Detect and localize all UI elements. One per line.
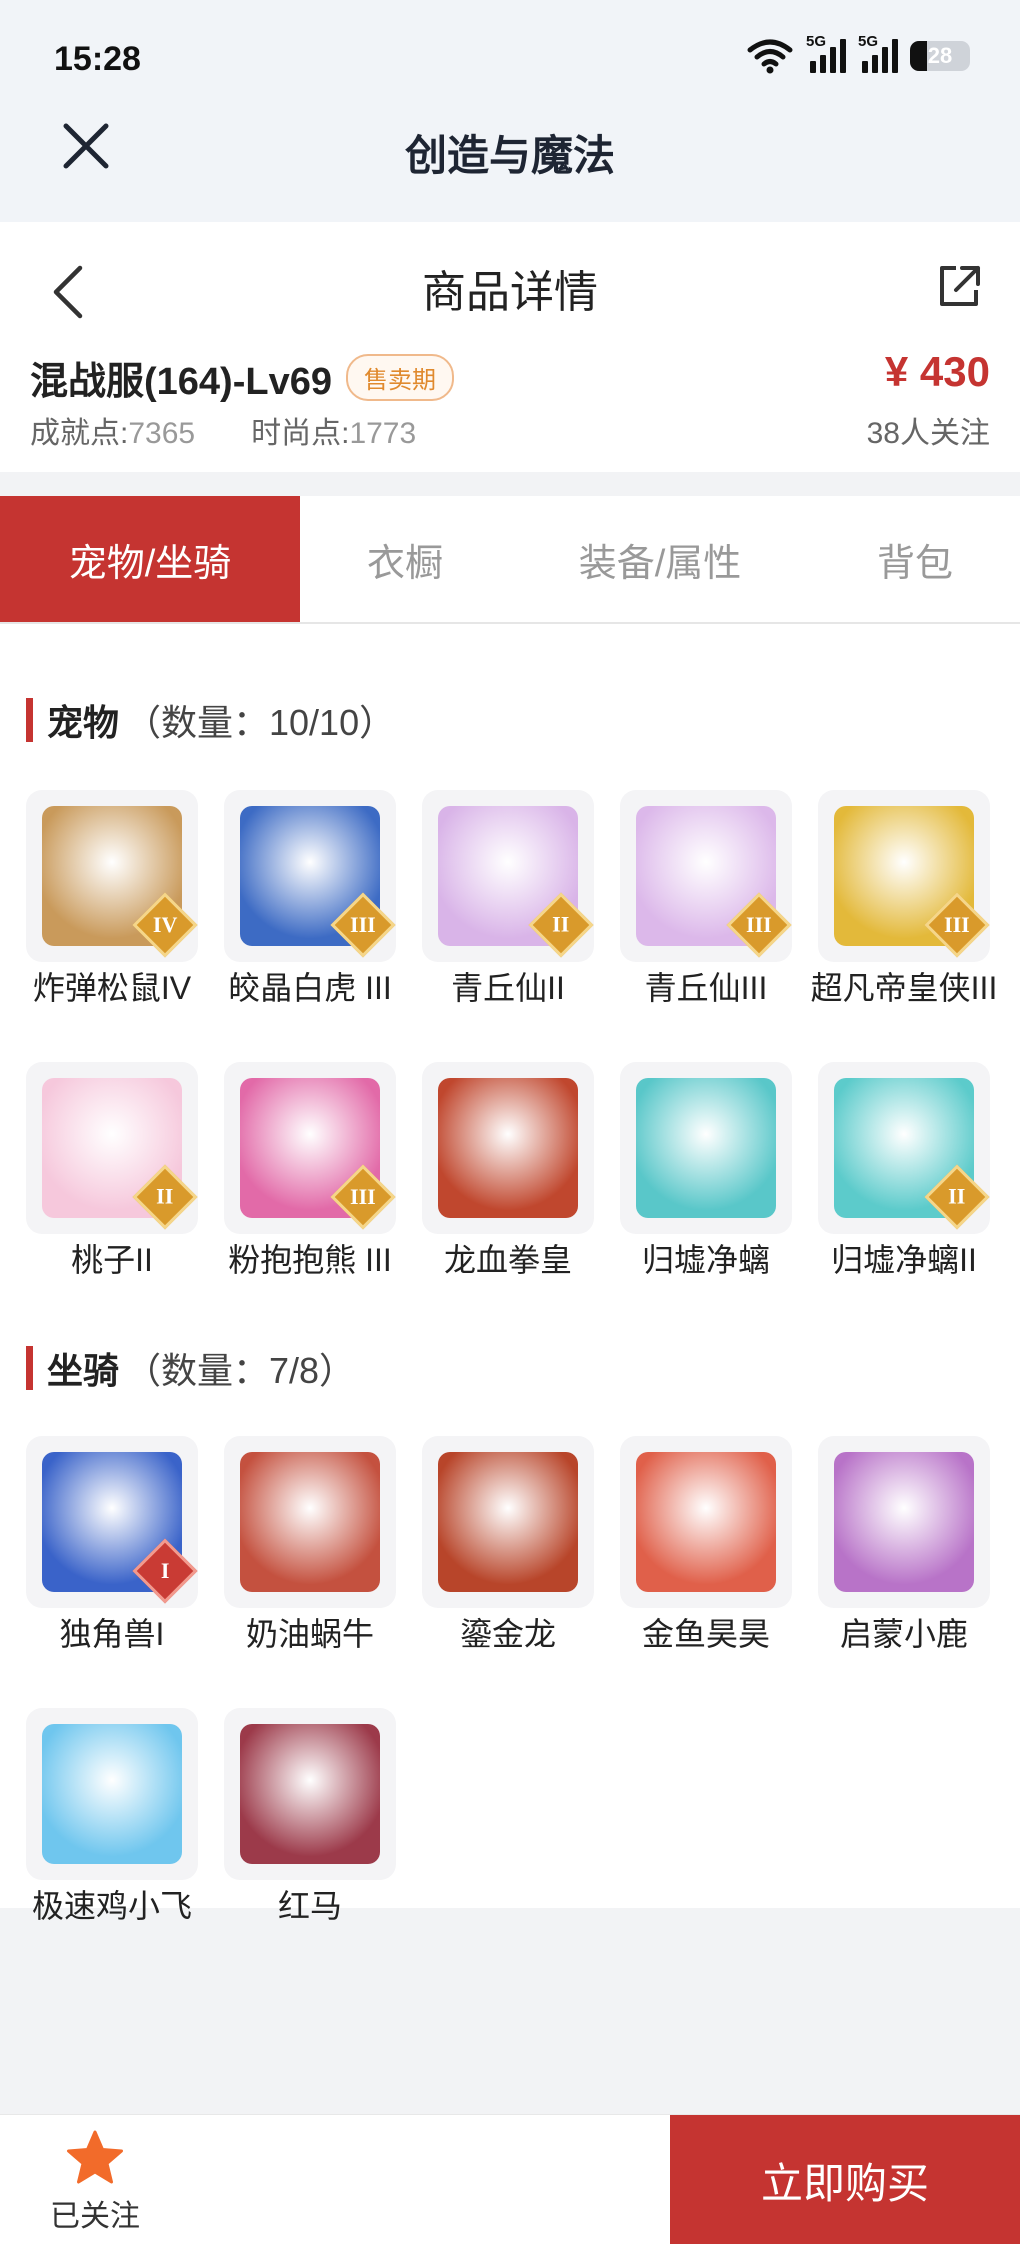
- server-info: 混战服(164)-Lv69 售卖期: [30, 350, 454, 405]
- item-thumbnail: II: [422, 790, 594, 962]
- item-label: 超凡帝皇侠III: [810, 970, 998, 1006]
- signal-icon: 5G: [858, 33, 898, 73]
- item-label: 皎晶白虎 III: [228, 970, 392, 1006]
- app-title: 创造与魔法: [404, 132, 615, 179]
- top-bar: 15:28 5G 5G 28 创造与魔法: [0, 0, 1020, 222]
- item-label: 极速鸡小飞: [31, 1888, 192, 1924]
- dragon-blood-boxer-icon: [438, 1078, 578, 1218]
- content-panel: 宠物 （数量：10/10） IV 炸弹松鼠IV III 皎晶白虎 III II 青丘仙II…: [0, 624, 1020, 1924]
- share-icon[interactable]: [934, 262, 984, 312]
- goldfish-icon: [636, 1452, 776, 1592]
- pets-section-title: 宠物 （数量：10/10）: [26, 694, 395, 746]
- points-row: 成就点:7365 时尚点:1773: [30, 408, 416, 452]
- collection-item[interactable]: II 青丘仙II: [422, 790, 594, 1008]
- collection-item[interactable]: I 独角兽I: [26, 1436, 198, 1654]
- item-thumbnail: [422, 1436, 594, 1608]
- status-time: 15:28: [54, 40, 141, 78]
- wifi-icon: [747, 39, 793, 74]
- item-thumbnail: [26, 1708, 198, 1880]
- item-thumbnail: III: [224, 1062, 396, 1234]
- bottom-bar: 已关注 立即购买: [0, 2114, 1020, 2244]
- follow-button[interactable]: 已关注: [40, 2129, 150, 2235]
- tab-wardrobe[interactable]: 衣橱: [300, 496, 510, 622]
- status-icons: 5G 5G 28: [746, 33, 970, 74]
- item-thumbnail: [620, 1062, 792, 1234]
- server-name: 混战服(164)-Lv69: [30, 361, 332, 403]
- item-thumbnail: [224, 1436, 396, 1608]
- collection-item[interactable]: II 归墟净螭II: [818, 1062, 990, 1280]
- tab-pets-mounts[interactable]: 宠物/坐骑: [0, 496, 300, 622]
- item-thumbnail: II: [26, 1062, 198, 1234]
- red-horse-icon: [240, 1724, 380, 1864]
- item-label: 独角兽I: [59, 1616, 165, 1652]
- item-thumbnail: III: [224, 790, 396, 962]
- item-label: 归墟净螭II: [831, 1242, 977, 1278]
- item-thumbnail: [620, 1436, 792, 1608]
- item-thumbnail: II: [818, 1062, 990, 1234]
- collection-item[interactable]: III 超凡帝皇侠III: [811, 790, 997, 1008]
- item-thumbnail: I: [26, 1436, 198, 1608]
- item-label: 归墟净螭: [641, 1242, 770, 1278]
- fashion-points: 时尚点:1773: [251, 417, 417, 450]
- price: ¥ 430: [884, 348, 990, 395]
- item-label: 启蒙小鹿: [839, 1616, 968, 1652]
- item-label: 青丘仙III: [644, 970, 768, 1006]
- battery-icon: 28: [910, 41, 970, 71]
- cream-snail-icon: [240, 1452, 380, 1592]
- item-label: 炸弹松鼠IV: [32, 970, 192, 1006]
- collection-item[interactable]: 金鱼昊昊: [620, 1436, 792, 1654]
- item-label: 鎏金龙: [459, 1616, 556, 1652]
- tab-backpack[interactable]: 背包: [810, 496, 1020, 622]
- item-label: 龙血拳皇: [443, 1242, 572, 1278]
- deer-icon: [834, 1452, 974, 1592]
- star-icon: [67, 2130, 123, 2184]
- product-header: 商品详情 混战服(164)-Lv69 售卖期 成就点:7365 时尚点:1773…: [0, 222, 1020, 472]
- item-label: 青丘仙II: [451, 970, 565, 1006]
- item-thumbnail: [422, 1062, 594, 1234]
- collection-item[interactable]: IV 炸弹松鼠IV: [26, 790, 198, 1008]
- item-thumbnail: III: [620, 790, 792, 962]
- collection-item[interactable]: 极速鸡小飞: [26, 1708, 198, 1926]
- page-title: 商品详情: [422, 268, 598, 317]
- item-thumbnail: III: [818, 790, 990, 962]
- collection-item[interactable]: 鎏金龙: [422, 1436, 594, 1654]
- collection-item[interactable]: 启蒙小鹿: [818, 1436, 990, 1654]
- achievement-points: 成就点:7365: [30, 417, 196, 450]
- collection-item[interactable]: III 粉抱抱熊 III: [224, 1062, 396, 1280]
- golden-dragon-icon: [438, 1452, 578, 1592]
- status-badge: 售卖期: [345, 354, 454, 401]
- blue-chick-icon: [42, 1724, 182, 1864]
- collection-item[interactable]: III 皎晶白虎 III: [224, 790, 396, 1008]
- follow-label: 已关注: [50, 2200, 140, 2233]
- collection-item[interactable]: 归墟净螭: [620, 1062, 792, 1280]
- item-thumbnail: [818, 1436, 990, 1608]
- section-marker: [26, 1346, 33, 1390]
- item-label: 红马: [277, 1888, 342, 1924]
- follower-count: 38人关注: [866, 417, 990, 450]
- item-thumbnail: IV: [26, 790, 198, 962]
- section-marker: [26, 698, 33, 742]
- tab-bar: 宠物/坐骑 衣橱 装备/属性 背包: [0, 496, 1020, 624]
- collection-item[interactable]: 奶油蜗牛: [224, 1436, 396, 1654]
- collection-item[interactable]: II 桃子II: [26, 1062, 198, 1280]
- item-label: 金鱼昊昊: [641, 1616, 770, 1652]
- item-thumbnail: [224, 1708, 396, 1880]
- tab-equipment[interactable]: 装备/属性: [510, 496, 810, 622]
- item-label: 奶油蜗牛: [245, 1616, 374, 1652]
- buy-now-button[interactable]: 立即购买: [670, 2115, 1020, 2244]
- signal-icon: 5G: [806, 33, 846, 73]
- item-label: 桃子II: [71, 1242, 153, 1278]
- collection-item[interactable]: 红马: [224, 1708, 396, 1926]
- mounts-section-title: 坐骑 （数量：7/8）: [26, 1342, 355, 1394]
- collection-item[interactable]: III 青丘仙III: [620, 790, 792, 1008]
- sea-dragon-icon: [636, 1078, 776, 1218]
- item-label: 粉抱抱熊 III: [228, 1242, 392, 1278]
- collection-item[interactable]: 龙血拳皇: [422, 1062, 594, 1280]
